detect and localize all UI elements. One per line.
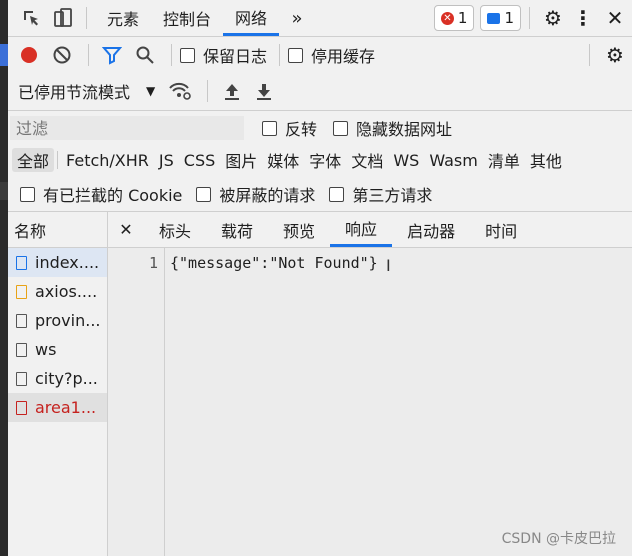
tab-timing[interactable]: 时间 xyxy=(470,212,532,247)
tab-elements[interactable]: 元素 xyxy=(95,0,151,36)
request-row[interactable]: provin... xyxy=(8,306,107,335)
close-details-icon[interactable]: ✕ xyxy=(108,220,144,239)
response-body: {"message":"Not Found"} xyxy=(170,254,378,272)
blocked-cookies-label: 有已拦截的 Cookie xyxy=(43,186,183,205)
request-name: ws xyxy=(35,340,57,359)
preserve-log-label: 保留日志 xyxy=(203,47,268,66)
blocked-requests-label: 被屏蔽的请求 xyxy=(219,186,316,205)
request-row[interactable]: city?p... xyxy=(8,364,107,393)
type-filter-manifest[interactable]: 清单 xyxy=(483,148,525,172)
filter-bar: 反转 隐藏数据网址 xyxy=(8,110,632,145)
type-filter-all[interactable]: 全部 xyxy=(12,148,55,172)
type-filter-css[interactable]: CSS xyxy=(179,151,220,170)
tab-payload[interactable]: 载荷 xyxy=(206,212,268,247)
line-number: 1 xyxy=(148,254,158,272)
throttling-select[interactable]: 已停用节流模式 xyxy=(18,79,130,103)
export-har-icon[interactable] xyxy=(248,81,280,101)
request-row[interactable]: area1... xyxy=(8,393,107,422)
blocked-requests-checkbox[interactable]: 被屏蔽的请求 xyxy=(196,182,315,206)
extra-filters: 有已拦截的 Cookie 被屏蔽的请求 第三方请求 xyxy=(8,177,632,212)
response-viewer[interactable]: 1 {"message":"Not Found"} I xyxy=(108,248,632,556)
device-toolbar-icon[interactable] xyxy=(48,7,78,29)
disable-cache-checkbox[interactable]: 停用缓存 xyxy=(288,43,375,67)
inspect-element-icon[interactable] xyxy=(14,8,48,28)
network-toolbar: 保留日志 停用缓存 ⚙ xyxy=(8,37,632,73)
settings-gear-icon[interactable]: ⚙ xyxy=(538,6,568,30)
preserve-log-checkbox[interactable]: 保留日志 xyxy=(180,43,267,67)
request-row[interactable]: index.... xyxy=(8,248,107,277)
request-name: city?p... xyxy=(35,369,98,388)
hide-data-urls-checkbox[interactable]: 隐藏数据网址 xyxy=(333,116,452,140)
request-name: provin... xyxy=(35,311,101,330)
request-row[interactable]: ws xyxy=(8,335,107,364)
invert-label: 反转 xyxy=(285,120,318,139)
error-count: 1 xyxy=(457,9,468,27)
devtools-toolbar: 元素 控制台 网络 » ✕ 1 1 ⚙ ⋮ ✕ xyxy=(8,0,632,37)
throttle-toolbar: 已停用节流模式 ▼ xyxy=(8,73,632,109)
more-options-icon[interactable]: ⋮ xyxy=(568,6,598,30)
watermark: CSDN @卡皮巴拉 xyxy=(501,531,616,547)
message-count: 1 xyxy=(504,9,514,27)
tab-initiator[interactable]: 启动器 xyxy=(392,212,470,247)
filter-input[interactable] xyxy=(10,116,244,140)
disable-cache-label: 停用缓存 xyxy=(311,47,376,66)
more-tabs-icon[interactable]: » xyxy=(279,8,315,29)
tab-preview[interactable]: 预览 xyxy=(268,212,330,247)
type-filter-js[interactable]: JS xyxy=(154,151,179,170)
file-icon xyxy=(16,313,27,328)
file-icon xyxy=(16,371,27,386)
search-icon[interactable] xyxy=(127,45,163,65)
tab-response[interactable]: 响应 xyxy=(330,212,393,247)
request-details: ✕ 标头 载荷 预览 响应 启动器 时间 1 {"message":"Not F… xyxy=(108,212,632,556)
import-har-icon[interactable] xyxy=(216,81,248,101)
type-filter-doc[interactable]: 文档 xyxy=(346,148,388,172)
document-file-icon xyxy=(16,255,27,270)
network-conditions-icon[interactable] xyxy=(161,81,199,101)
file-icon xyxy=(16,400,27,415)
type-filter-img[interactable]: 图片 xyxy=(220,148,262,172)
clear-icon[interactable] xyxy=(44,45,80,65)
error-counter[interactable]: ✕ 1 xyxy=(433,5,475,31)
third-party-checkbox[interactable]: 第三方请求 xyxy=(329,182,432,206)
line-gutter: 1 xyxy=(108,248,165,556)
type-filter-fetch-xhr[interactable]: Fetch/XHR xyxy=(61,151,154,170)
hide-data-urls-label: 隐藏数据网址 xyxy=(356,120,453,139)
request-row[interactable]: axios.... xyxy=(8,277,107,306)
type-filter-media[interactable]: 媒体 xyxy=(262,148,304,172)
network-settings-gear-icon[interactable]: ⚙ xyxy=(598,43,632,67)
type-filters: 全部 Fetch/XHR JS CSS 图片 媒体 字体 文档 WS Wasm … xyxy=(8,144,632,176)
blocked-cookies-checkbox[interactable]: 有已拦截的 Cookie xyxy=(20,182,182,206)
message-counter[interactable]: 1 xyxy=(480,5,521,31)
file-icon xyxy=(16,342,27,357)
invert-checkbox[interactable]: 反转 xyxy=(262,116,317,140)
error-icon: ✕ xyxy=(440,11,454,25)
filter-icon[interactable] xyxy=(97,45,127,65)
tab-network[interactable]: 网络 xyxy=(223,0,280,36)
name-column-header[interactable]: 名称 xyxy=(8,212,107,248)
request-name: index.... xyxy=(35,253,100,272)
editor-edge xyxy=(0,0,8,556)
type-filter-ws[interactable]: WS xyxy=(388,151,424,170)
third-party-label: 第三方请求 xyxy=(352,186,433,205)
tab-console[interactable]: 控制台 xyxy=(151,0,223,36)
request-name: axios.... xyxy=(35,282,98,301)
type-filter-other[interactable]: 其他 xyxy=(525,148,567,172)
details-tabs: ✕ 标头 载荷 预览 响应 启动器 时间 xyxy=(108,212,632,248)
request-list: 名称 index.... axios.... provin... ws city… xyxy=(8,212,108,556)
close-icon[interactable]: ✕ xyxy=(598,6,632,30)
type-filter-font[interactable]: 字体 xyxy=(304,148,346,172)
tab-headers[interactable]: 标头 xyxy=(144,212,206,247)
message-icon xyxy=(487,12,501,24)
text-cursor-icon: I xyxy=(386,256,391,275)
throttling-dropdown-icon[interactable]: ▼ xyxy=(146,84,155,98)
script-file-icon xyxy=(16,284,27,299)
type-filter-wasm[interactable]: Wasm xyxy=(424,151,483,170)
record-icon[interactable] xyxy=(14,47,44,63)
request-name: area1... xyxy=(35,398,97,417)
